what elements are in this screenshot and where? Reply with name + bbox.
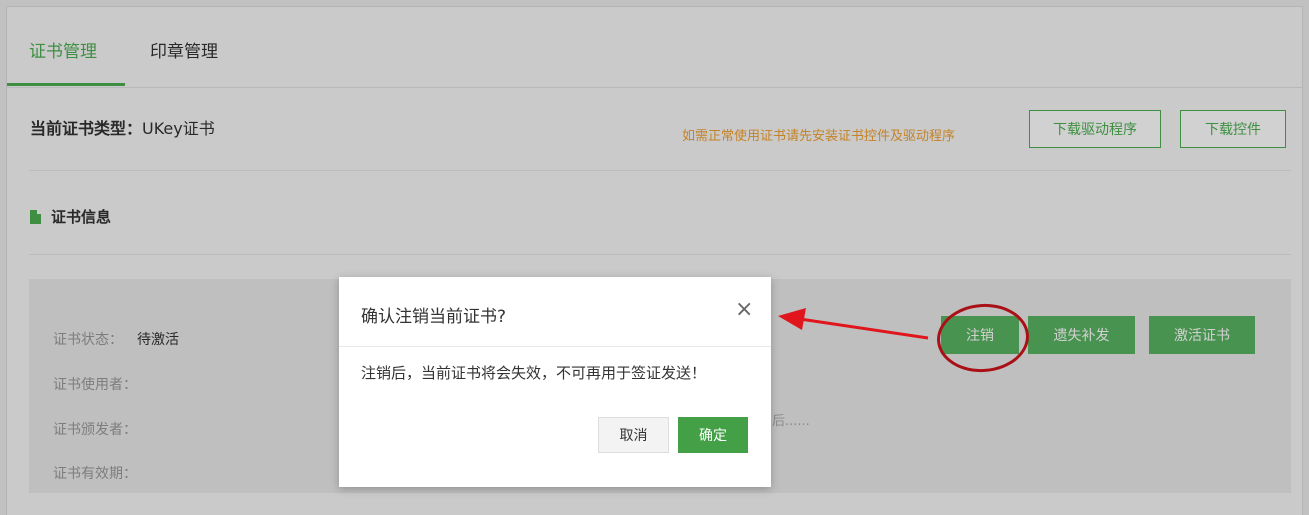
confirm-dialog: 确认注销当前证书? × 注销后，当前证书将会失效，不可再用于签证发送！ 取消 确… xyxy=(339,277,771,487)
cancel-button[interactable]: 取消 xyxy=(598,417,669,453)
dialog-divider xyxy=(339,346,771,347)
close-icon[interactable]: × xyxy=(735,299,753,321)
dialog-title: 确认注销当前证书? xyxy=(361,307,507,327)
dialog-message: 注销后，当前证书将会失效，不可再用于签证发送！ xyxy=(361,364,707,382)
confirm-button[interactable]: 确定 xyxy=(678,417,748,453)
